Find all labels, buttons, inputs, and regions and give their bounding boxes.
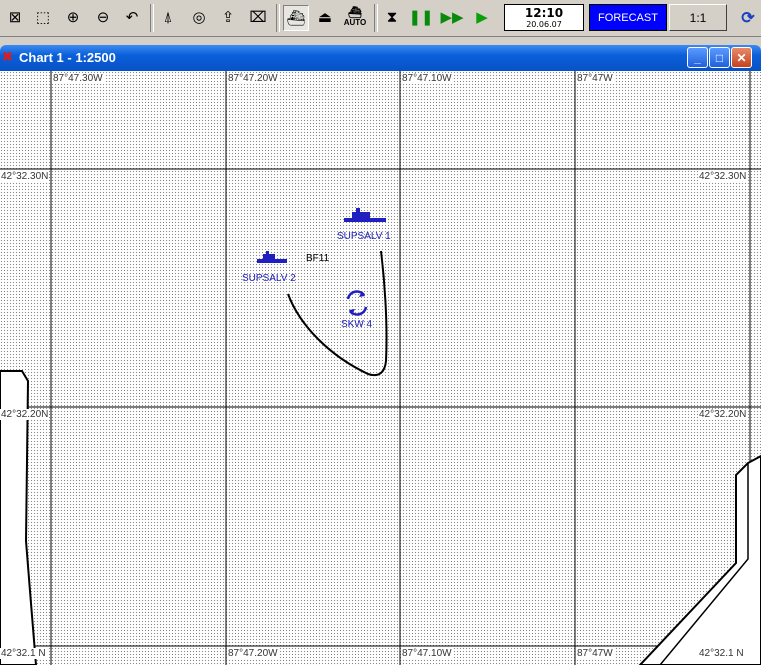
- delete-icon[interactable]: ⌧: [246, 5, 270, 29]
- toolbar-separator: [374, 4, 378, 32]
- zoom-extent-icon[interactable]: ⊠: [3, 5, 27, 29]
- grid-lines: [0, 71, 761, 665]
- lat-label-right: 42°32.30N: [698, 171, 748, 182]
- window-title: Chart 1 - 1:2500: [19, 50, 116, 65]
- stop-icon[interactable]: ⧗: [380, 5, 404, 29]
- fast-forward-icon[interactable]: ▶▶: [440, 5, 464, 29]
- window-titlebar[interactable]: ✖ Chart 1 - 1:2500 _ □ ✕: [0, 45, 761, 71]
- lon-label-bottom: 87°47W: [576, 648, 614, 659]
- navigation-icon[interactable]: ⟳: [736, 5, 760, 31]
- lat-label-left: 42°32.30N: [0, 171, 50, 182]
- zoom-in-icon[interactable]: ⊕: [61, 5, 85, 29]
- ship-mode-icon[interactable]: ⛴: [283, 5, 309, 31]
- lon-label-top: 87°47W: [576, 73, 614, 84]
- undo-icon[interactable]: ↶: [120, 5, 144, 29]
- toolbar-separator: [150, 4, 154, 32]
- clock-time: 12:10: [524, 6, 564, 20]
- vessel-2-icon: [257, 251, 287, 263]
- lon-label-top: 87°47.30W: [52, 73, 104, 84]
- close-button[interactable]: ✕: [731, 47, 752, 68]
- zoom-window-icon[interactable]: ⬚: [31, 5, 55, 29]
- ship-outline-icon[interactable]: ⏏: [313, 5, 337, 29]
- ship-icon: ⛴: [348, 6, 362, 19]
- skw-icon: [346, 290, 368, 316]
- minimize-button[interactable]: _: [687, 47, 708, 68]
- vessel-1-label[interactable]: SUPSALV 1: [337, 231, 391, 242]
- lat-label-left: 42°32.1 N: [0, 648, 47, 659]
- lon-label-top: 87°47.20W: [227, 73, 279, 84]
- pause-icon[interactable]: ❚❚: [408, 5, 433, 29]
- measure-icon[interactable]: ⍋: [156, 5, 180, 29]
- export-icon[interactable]: ⇪: [216, 5, 240, 29]
- target-icon[interactable]: ◎: [187, 5, 211, 29]
- clock-display: 12:10 20.06.07: [504, 4, 584, 31]
- scale-button[interactable]: 1:1: [669, 4, 727, 31]
- chart-graphics: [0, 71, 761, 665]
- toolbar-separator: [276, 4, 280, 32]
- vessel-2-label[interactable]: SUPSALV 2: [242, 273, 296, 284]
- skw-label[interactable]: SKW 4: [341, 319, 372, 330]
- lon-label-top: 87°47.10W: [401, 73, 453, 84]
- lon-label-bottom: 87°47.10W: [401, 648, 453, 659]
- chart-app-icon: ✖: [2, 49, 13, 64]
- maximize-button[interactable]: □: [709, 47, 730, 68]
- chart-window: ✖ Chart 1 - 1:2500 _ □ ✕ 87°47.30W 87°47…: [0, 45, 761, 665]
- track-line: [287, 250, 388, 377]
- auto-label: AUTO: [343, 17, 367, 27]
- lat-label-right: 42°32.1 N: [698, 648, 745, 659]
- lon-label-bottom: 87°47.20W: [227, 648, 279, 659]
- play-icon[interactable]: ▶: [470, 5, 494, 29]
- right-pier-shape: [638, 454, 761, 665]
- vessel-1-icon: [344, 208, 386, 222]
- zoom-out-icon[interactable]: ⊖: [91, 5, 115, 29]
- clock-date: 20.06.07: [526, 20, 562, 29]
- toolbar: ⊠ ⬚ ⊕ ⊖ ↶ ⍋ ◎ ⇪ ⌧ ⛴ ⏏ ⛴ AUTO ⧗ ❚❚ ▶▶ ▶ 1…: [0, 0, 761, 37]
- forecast-button[interactable]: FORECAST: [589, 4, 667, 31]
- lat-label-right: 42°32.20N: [698, 409, 748, 420]
- auto-mode-button[interactable]: ⛴ AUTO: [342, 5, 368, 29]
- lat-label-left: 42°32.20N: [0, 409, 50, 420]
- buoy-label[interactable]: BF11: [306, 253, 329, 264]
- chart-canvas[interactable]: 87°47.30W 87°47.20W 87°47.10W 87°47W 87°…: [0, 71, 761, 665]
